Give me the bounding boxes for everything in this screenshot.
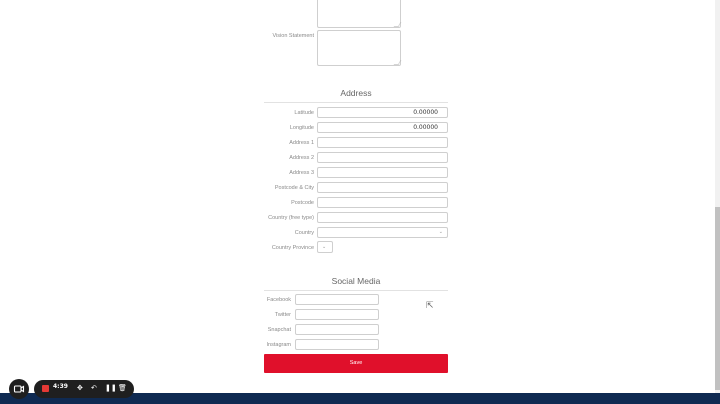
latitude-label: Latitude xyxy=(294,110,314,116)
country-free-type-label: Country (free type) xyxy=(268,215,314,221)
country-free-type-input[interactable] xyxy=(317,212,448,223)
social-media-divider xyxy=(264,290,448,291)
snapchat-input[interactable] xyxy=(295,324,379,335)
address3-label: Address 3 xyxy=(289,170,314,176)
country-province-label: Country Province xyxy=(271,245,314,251)
page-scrollbar-thumb[interactable] xyxy=(715,207,720,390)
postcode-input[interactable] xyxy=(317,197,448,208)
twitter-label: Twitter xyxy=(274,312,291,318)
facebook-input[interactable] xyxy=(295,294,379,305)
pause-icon[interactable]: ❚❚ xyxy=(105,383,117,393)
vision-statement-textarea[interactable] xyxy=(317,30,401,66)
postcode-label: Postcode xyxy=(291,200,314,206)
facebook-label: Facebook xyxy=(266,297,291,303)
social-media-section-title: Social Media xyxy=(331,276,381,286)
undo-icon[interactable]: ↶ xyxy=(91,383,97,393)
save-button[interactable]: Save xyxy=(264,354,448,373)
address1-label: Address 1 xyxy=(289,140,314,146)
mouse-cursor-icon: ⇱ xyxy=(426,300,434,310)
stop-icon[interactable] xyxy=(42,385,49,392)
instagram-label: Instagram xyxy=(266,342,291,348)
vision-statement-label: Vision Statement xyxy=(272,33,314,39)
snapchat-label: Snapchat xyxy=(267,327,291,333)
address2-label: Address 2 xyxy=(289,155,314,161)
address3-input[interactable] xyxy=(317,167,448,178)
address2-input[interactable] xyxy=(317,152,448,163)
mission-textarea[interactable] xyxy=(317,0,401,28)
chevron-down-icon: ⌄ xyxy=(322,244,327,250)
chevron-down-icon: ⌄ xyxy=(438,229,443,235)
recording-time: 4:39 xyxy=(53,383,68,390)
address1-input[interactable] xyxy=(317,137,448,148)
longitude-input[interactable] xyxy=(317,122,448,133)
move-icon[interactable]: ✥ xyxy=(77,383,83,393)
address-section-title: Address xyxy=(340,88,372,98)
country-label: Country xyxy=(294,230,314,236)
latitude-input[interactable] xyxy=(317,107,448,118)
longitude-label: Longitude xyxy=(289,125,314,131)
address-divider xyxy=(264,102,448,103)
country-province-select[interactable]: ⌄ xyxy=(317,241,333,253)
postcode-city-input[interactable] xyxy=(317,182,448,193)
postcode-city-label: Postcode & City xyxy=(274,185,314,191)
country-select[interactable]: ⌄ xyxy=(317,227,448,238)
recorder-camera-button[interactable] xyxy=(9,379,29,399)
camera-icon xyxy=(13,385,25,393)
trash-icon[interactable]: 🗑 xyxy=(118,383,127,393)
instagram-input[interactable] xyxy=(295,339,379,350)
twitter-input[interactable] xyxy=(295,309,379,320)
